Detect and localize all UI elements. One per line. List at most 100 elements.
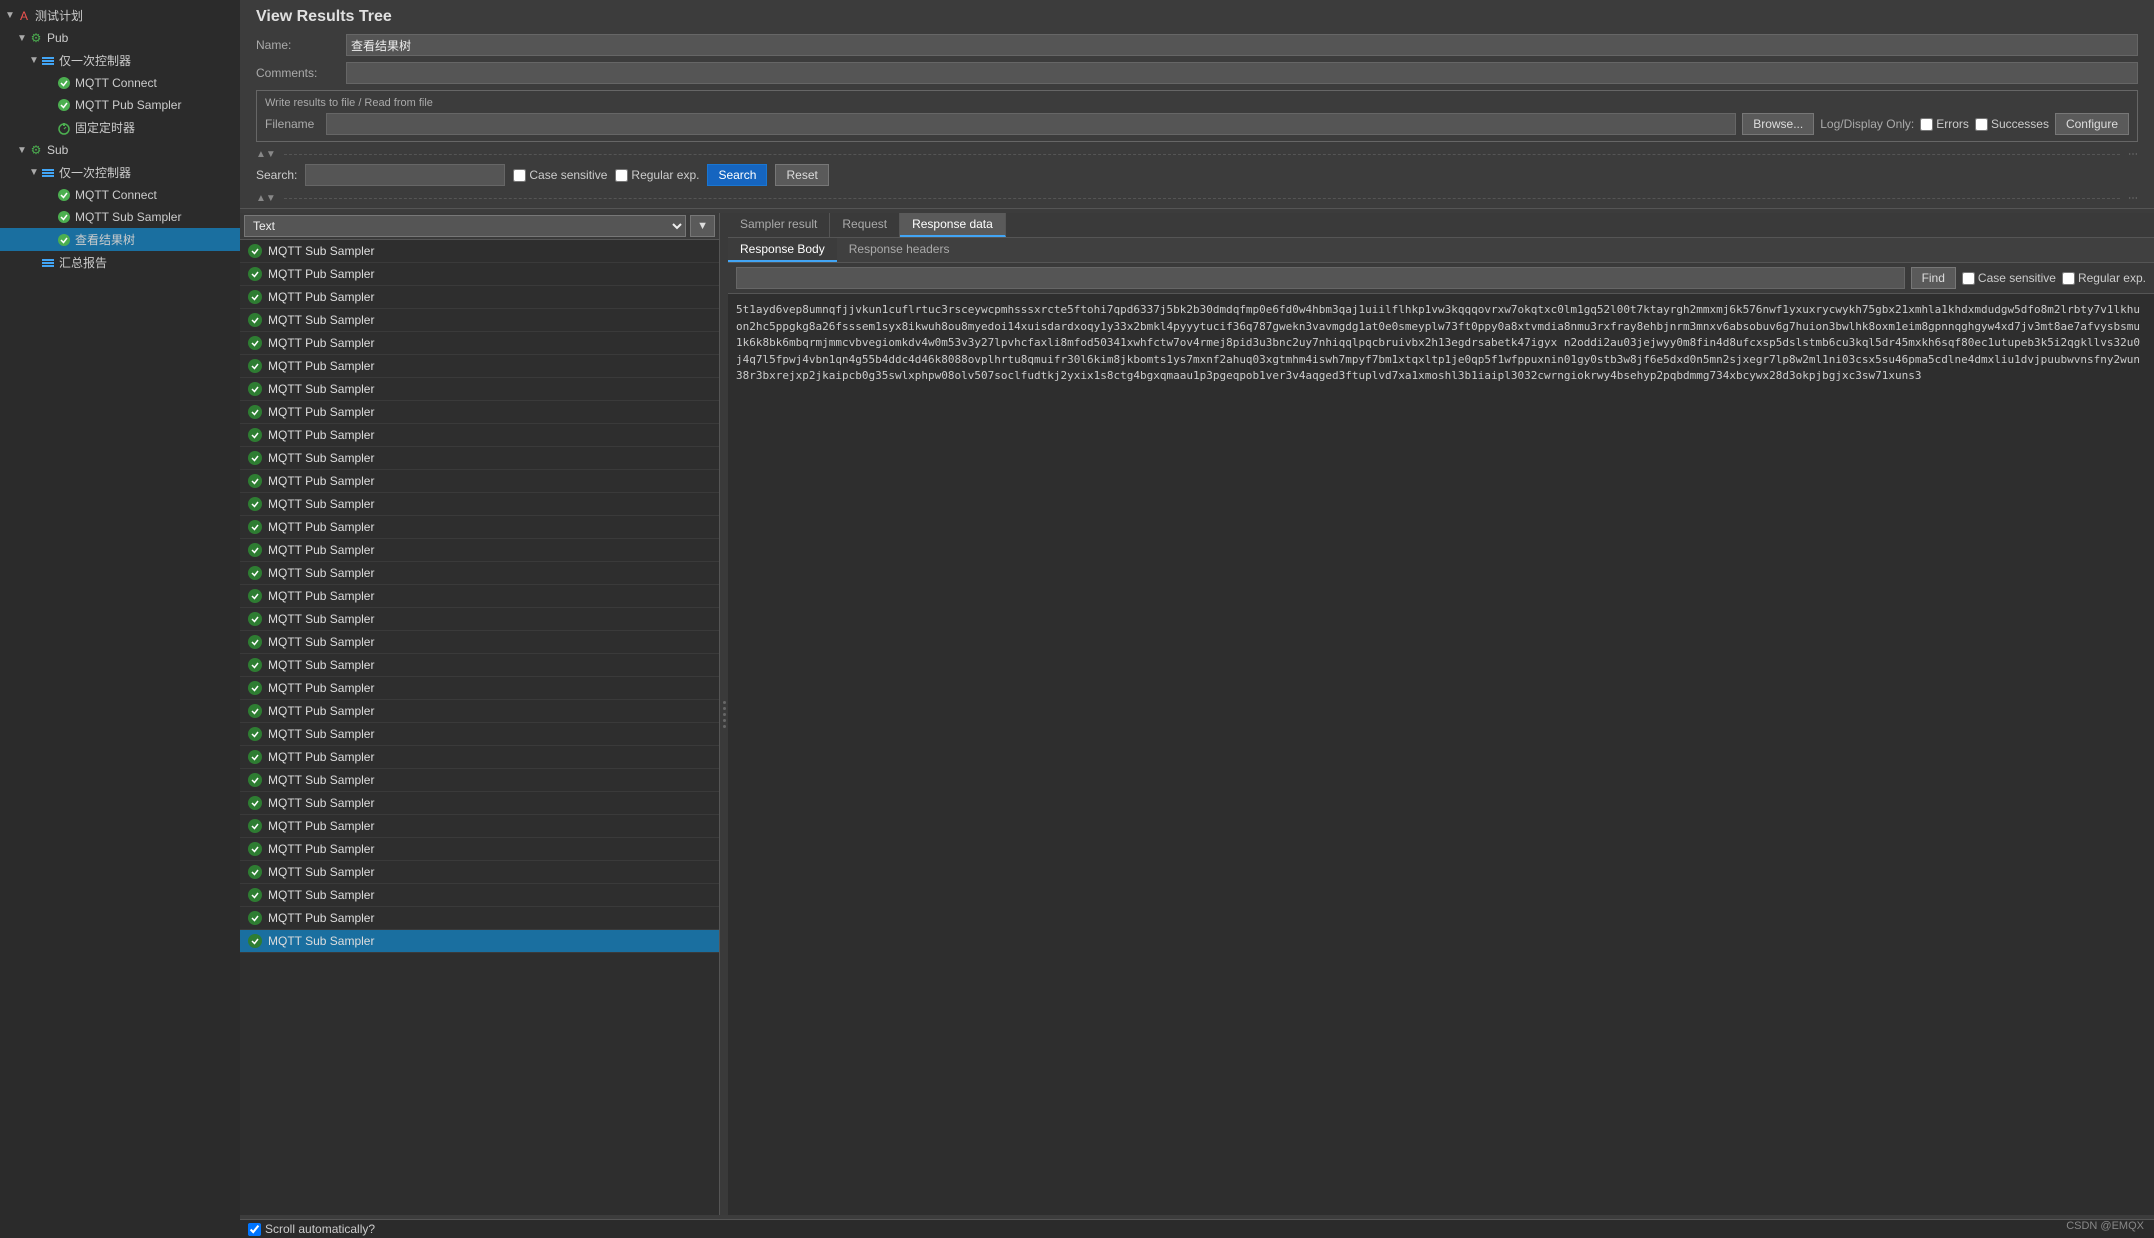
result-name: MQTT Pub Sampler xyxy=(268,359,374,373)
result-item[interactable]: MQTT Sub Sampler xyxy=(240,447,719,470)
result-status-icon xyxy=(246,380,264,398)
find-case-sensitive-checkbox[interactable] xyxy=(1962,272,1975,285)
sidebar-item-timer1[interactable]: 固定定时器 xyxy=(0,116,240,139)
result-item[interactable]: MQTT Pub Sampler xyxy=(240,516,719,539)
result-item[interactable]: MQTT Sub Sampler xyxy=(240,884,719,907)
filter-arrow-btn[interactable]: ▼ xyxy=(690,215,715,237)
result-item[interactable]: MQTT Pub Sampler xyxy=(240,677,719,700)
result-item[interactable]: MQTT Pub Sampler xyxy=(240,838,719,861)
sidebar-item-controller1[interactable]: ▼ 仅一次控制器 xyxy=(0,49,240,72)
controller2-icon xyxy=(40,165,56,181)
result-status-icon xyxy=(246,610,264,628)
result-status-icon xyxy=(246,265,264,283)
sidebar-item-mqtt-connect1[interactable]: MQTT Connect xyxy=(0,72,240,94)
result-name: MQTT Sub Sampler xyxy=(268,313,374,327)
sub-tab-response-body[interactable]: Response Body xyxy=(728,238,837,262)
result-item[interactable]: MQTT Pub Sampler xyxy=(240,700,719,723)
arrow-test-plan: ▼ xyxy=(4,10,16,21)
sidebar-item-summary[interactable]: 汇总报告 xyxy=(0,251,240,274)
sidebar-item-mqtt-connect2[interactable]: MQTT Connect xyxy=(0,184,240,206)
filter-dropdown[interactable]: Text xyxy=(244,215,686,237)
browse-button[interactable]: Browse... xyxy=(1742,113,1814,135)
tab-request[interactable]: Request xyxy=(830,213,900,237)
result-name: MQTT Pub Sampler xyxy=(268,819,374,833)
results-list[interactable]: MQTT Sub SamplerMQTT Pub SamplerMQTT Pub… xyxy=(240,240,719,1215)
sidebar-item-sub[interactable]: ▼ ⚙ Sub xyxy=(0,139,240,161)
result-item[interactable]: MQTT Pub Sampler xyxy=(240,263,719,286)
result-item[interactable]: MQTT Sub Sampler xyxy=(240,493,719,516)
find-regular-exp-label[interactable]: Regular exp. xyxy=(2062,271,2146,285)
result-item[interactable]: MQTT Sub Sampler xyxy=(240,792,719,815)
sub-tab-response-headers[interactable]: Response headers xyxy=(837,238,962,262)
result-status-icon xyxy=(246,702,264,720)
scroll-auto-label[interactable]: Scroll automatically? xyxy=(248,1222,375,1236)
sidebar-item-pub[interactable]: ▼ ⚙ Pub xyxy=(0,27,240,49)
test-plan-icon: A xyxy=(16,8,32,24)
successes-checkbox-label[interactable]: Successes xyxy=(1975,117,2049,131)
result-item[interactable]: MQTT Sub Sampler xyxy=(240,378,719,401)
find-input[interactable] xyxy=(736,267,1905,289)
name-row: Name: xyxy=(256,34,2138,56)
result-item[interactable]: MQTT Pub Sampler xyxy=(240,332,719,355)
regular-exp-checkbox[interactable] xyxy=(615,169,628,182)
response-body[interactable]: 5t1ayd6vep8umnqfjjvkun1cuflrtuc3rsceywcp… xyxy=(728,294,2154,1215)
result-item[interactable]: MQTT Sub Sampler xyxy=(240,930,719,953)
tab-sampler-result[interactable]: Sampler result xyxy=(728,213,830,237)
result-item[interactable]: MQTT Sub Sampler xyxy=(240,654,719,677)
name-input[interactable] xyxy=(346,34,2138,56)
errors-checkbox-label[interactable]: Errors xyxy=(1920,117,1969,131)
arrow-sub: ▼ xyxy=(16,145,28,156)
search-input[interactable] xyxy=(305,164,505,186)
sidebar-item-test-plan[interactable]: ▼ A 测试计划 xyxy=(0,4,240,27)
successes-checkbox[interactable] xyxy=(1975,118,1988,131)
sidebar-label-timer1: 固定定时器 xyxy=(75,119,135,136)
errors-checkbox[interactable] xyxy=(1920,118,1933,131)
result-item[interactable]: MQTT Pub Sampler xyxy=(240,539,719,562)
configure-button[interactable]: Configure xyxy=(2055,113,2129,135)
tab-response-data[interactable]: Response data xyxy=(900,213,1006,237)
find-case-sensitive-label[interactable]: Case sensitive xyxy=(1962,271,2056,285)
find-regular-exp-checkbox[interactable] xyxy=(2062,272,2075,285)
result-item[interactable]: MQTT Pub Sampler xyxy=(240,907,719,930)
result-item[interactable]: MQTT Sub Sampler xyxy=(240,240,719,263)
result-item[interactable]: MQTT Sub Sampler xyxy=(240,608,719,631)
result-item[interactable]: MQTT Pub Sampler xyxy=(240,470,719,493)
result-name: MQTT Sub Sampler xyxy=(268,865,374,879)
result-item[interactable]: MQTT Pub Sampler xyxy=(240,746,719,769)
write-results-box: Write results to file / Read from file F… xyxy=(256,90,2138,142)
result-item[interactable]: MQTT Sub Sampler xyxy=(240,631,719,654)
result-item[interactable]: MQTT Pub Sampler xyxy=(240,401,719,424)
comments-input[interactable] xyxy=(346,62,2138,84)
case-sensitive-checkbox[interactable] xyxy=(513,169,526,182)
tabs-row: Sampler result Request Response data xyxy=(728,213,2154,238)
reset-button[interactable]: Reset xyxy=(775,164,828,186)
bottom-bar: Scroll automatically? xyxy=(240,1219,2154,1238)
result-item[interactable]: MQTT Pub Sampler xyxy=(240,355,719,378)
vertical-splitter[interactable] xyxy=(720,213,728,1215)
mqtt-pub-icon xyxy=(56,97,72,113)
name-label: Name: xyxy=(256,38,346,52)
result-item[interactable]: MQTT Sub Sampler xyxy=(240,861,719,884)
result-item[interactable]: MQTT Pub Sampler xyxy=(240,585,719,608)
filename-input[interactable] xyxy=(326,113,1736,135)
sidebar-label-mqtt-pub: MQTT Pub Sampler xyxy=(75,98,181,112)
scroll-auto-checkbox[interactable] xyxy=(248,1223,261,1236)
sidebar-item-mqtt-pub-sampler[interactable]: MQTT Pub Sampler xyxy=(0,94,240,116)
sidebar-item-mqtt-sub-sampler[interactable]: MQTT Sub Sampler xyxy=(0,206,240,228)
result-item[interactable]: MQTT Pub Sampler xyxy=(240,286,719,309)
result-name: MQTT Sub Sampler xyxy=(268,635,374,649)
find-button[interactable]: Find xyxy=(1911,267,1956,289)
sidebar-item-view-results[interactable]: 查看结果树 xyxy=(0,228,240,251)
result-name: MQTT Sub Sampler xyxy=(268,773,374,787)
sidebar-label-sub: Sub xyxy=(47,143,68,157)
regular-exp-label[interactable]: Regular exp. xyxy=(615,168,699,182)
result-item[interactable]: MQTT Sub Sampler xyxy=(240,562,719,585)
result-item[interactable]: MQTT Sub Sampler xyxy=(240,723,719,746)
result-item[interactable]: MQTT Pub Sampler xyxy=(240,424,719,447)
case-sensitive-label[interactable]: Case sensitive xyxy=(513,168,607,182)
result-item[interactable]: MQTT Sub Sampler xyxy=(240,309,719,332)
search-button[interactable]: Search xyxy=(707,164,767,186)
result-item[interactable]: MQTT Sub Sampler xyxy=(240,769,719,792)
sidebar-item-controller2[interactable]: ▼ 仅一次控制器 xyxy=(0,161,240,184)
result-item[interactable]: MQTT Pub Sampler xyxy=(240,815,719,838)
